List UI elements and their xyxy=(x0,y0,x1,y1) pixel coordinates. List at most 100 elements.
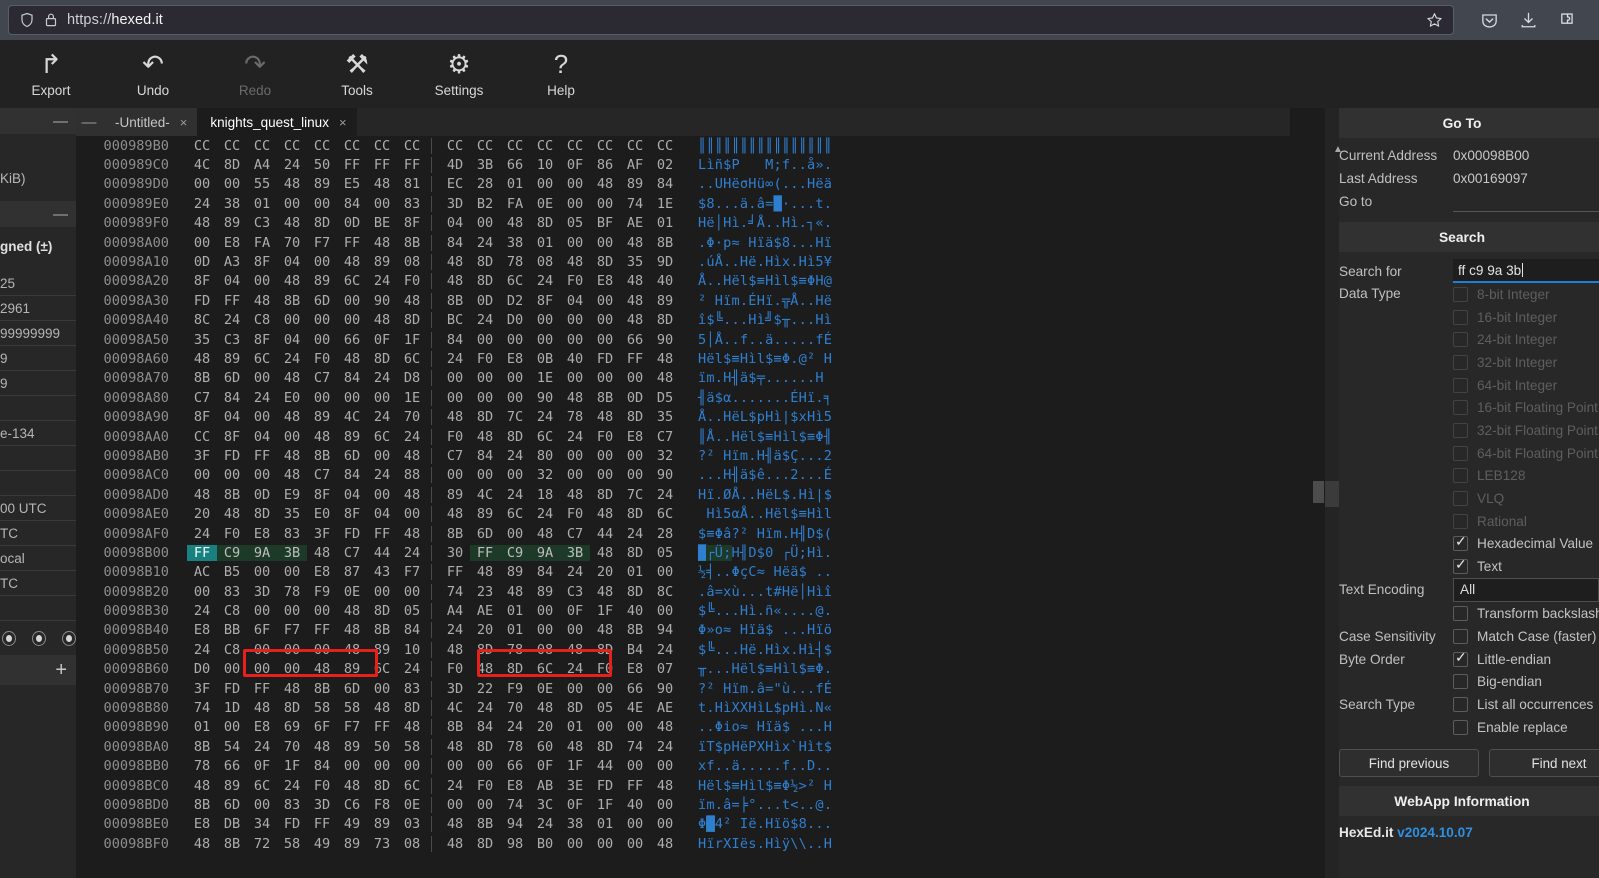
download-icon[interactable] xyxy=(1519,11,1538,30)
data-type-option[interactable]: LEB128 xyxy=(1453,465,1598,488)
hex-byte[interactable]: 24 xyxy=(500,719,530,735)
hex-byte[interactable]: 00 xyxy=(590,332,620,348)
hex-byte[interactable]: 24 xyxy=(560,564,590,580)
hex-ascii[interactable]: $╚...Hë.Hìx.Hì┤$ xyxy=(680,642,832,658)
hex-editor-view[interactable]: 000989B0 CC CC CC CC CC CC CC CC CC CC CC CC CC CC CC CC… xyxy=(76,136,1290,878)
hex-ascii[interactable]: ?² Hïm.â="ù...fÉ xyxy=(680,681,832,697)
hex-byte[interactable]: CC xyxy=(397,138,427,154)
hex-byte[interactable]: 8B xyxy=(590,390,620,406)
hex-byte[interactable]: 00 xyxy=(277,196,307,212)
hex-byte[interactable]: 24 xyxy=(187,526,217,542)
hex-byte[interactable]: 44 xyxy=(590,526,620,542)
hex-byte[interactable]: 00 xyxy=(247,603,277,619)
hex-byte[interactable]: 00 xyxy=(247,370,277,386)
hex-byte[interactable]: 00 xyxy=(440,370,470,386)
hex-byte[interactable]: 00 xyxy=(217,467,247,483)
hex-byte[interactable]: 48 xyxy=(337,351,367,367)
hex-byte[interactable]: 48 xyxy=(307,545,337,561)
hex-byte[interactable]: 89 xyxy=(217,778,247,794)
hex-ascii[interactable]: ║║║║║║║║║║║║║║║║ xyxy=(680,138,832,154)
hex-byte[interactable]: 66 xyxy=(620,332,650,348)
hex-byte[interactable]: 00 xyxy=(620,370,650,386)
hex-byte[interactable]: F0 xyxy=(590,429,620,445)
hex-byte[interactable]: 40 xyxy=(650,273,680,289)
hex-byte[interactable]: 48 xyxy=(277,273,307,289)
hex-byte[interactable]: 8B xyxy=(367,622,397,638)
hex-byte[interactable]: E8 xyxy=(500,778,530,794)
hex-byte[interactable]: 48 xyxy=(440,254,470,270)
hex-byte[interactable]: 6D xyxy=(217,797,247,813)
hex-byte[interactable]: E8 xyxy=(187,622,217,638)
hex-byte[interactable]: 83 xyxy=(397,196,427,212)
hex-byte[interactable]: E0 xyxy=(307,506,337,522)
match-case-checkbox[interactable] xyxy=(1453,628,1468,644)
hex-byte[interactable]: 8D xyxy=(470,739,500,755)
hex-byte[interactable]: 24 xyxy=(277,351,307,367)
data-type-option[interactable]: Text xyxy=(1453,555,1598,578)
hex-byte[interactable]: CC xyxy=(590,138,620,154)
data-type-option[interactable]: 64-bit Floating Point xyxy=(1453,442,1598,465)
hex-byte[interactable]: C3 xyxy=(560,584,590,600)
hex-byte[interactable]: CC xyxy=(650,138,680,154)
hex-byte[interactable]: 0E xyxy=(530,196,560,212)
hex-ascii[interactable]: .Φ·p≈ Hïä$8...Hï xyxy=(680,235,832,251)
hex-byte[interactable]: 00 xyxy=(337,312,367,328)
lock-icon[interactable] xyxy=(44,12,58,28)
hex-byte[interactable]: 48 xyxy=(440,739,470,755)
hex-byte[interactable]: AE xyxy=(620,215,650,231)
hex-byte[interactable]: 00 xyxy=(470,797,500,813)
hex-byte[interactable]: 1E xyxy=(650,196,680,212)
hex-byte[interactable]: 8D xyxy=(530,215,560,231)
hex-byte[interactable]: 49 xyxy=(337,816,367,832)
hex-byte[interactable]: 89 xyxy=(620,176,650,192)
hex-byte[interactable]: 8C xyxy=(650,584,680,600)
hex-byte[interactable]: 48 xyxy=(500,215,530,231)
hex-byte[interactable]: 04 xyxy=(560,293,590,309)
hex-byte[interactable]: FF xyxy=(440,564,470,580)
sidebar-scroll-thumb[interactable] xyxy=(1325,481,1339,507)
hex-byte[interactable]: 89 xyxy=(307,176,337,192)
inspector-radio-2[interactable] xyxy=(32,630,46,646)
hex-row[interactable]: 00098AB0 3F FD FF 48 8B 6D 00 48 C7 84 24 80 00 00 00 32… xyxy=(76,446,1290,465)
data-type-checkbox[interactable] xyxy=(1453,354,1468,370)
hex-byte[interactable]: 48 xyxy=(397,448,427,464)
hex-byte[interactable]: EC xyxy=(440,176,470,192)
hex-byte[interactable]: 70 xyxy=(277,235,307,251)
hex-byte[interactable]: 00 xyxy=(187,467,217,483)
hex-byte[interactable]: FF xyxy=(620,778,650,794)
hex-byte[interactable]: 0D xyxy=(337,215,367,231)
hex-byte[interactable]: 40 xyxy=(620,603,650,619)
bookmark-star-icon[interactable] xyxy=(1426,12,1443,29)
hex-byte[interactable]: 24 xyxy=(187,196,217,212)
hex-byte[interactable]: 08 xyxy=(397,254,427,270)
hex-byte[interactable]: 58 xyxy=(277,836,307,852)
hex-byte[interactable]: 83 xyxy=(277,797,307,813)
hex-byte[interactable]: 9A xyxy=(530,544,560,561)
hex-byte[interactable]: CC xyxy=(217,138,247,154)
hex-byte[interactable]: 81 xyxy=(397,176,427,192)
hex-byte[interactable]: F0 xyxy=(590,661,620,677)
hex-ascii[interactable]: $╚...Hì.ñ«....@. xyxy=(680,603,832,619)
hex-byte[interactable]: 8B xyxy=(187,797,217,813)
hex-row[interactable]: 00098B40 E8 BB 6F F7 FF 48 8B 84 24 20 01 00 00 48 8B 94… xyxy=(76,621,1290,640)
hex-byte[interactable]: 8B xyxy=(307,681,337,697)
hex-ascii[interactable]: ½╡..ΦçC≈ Hëä$ .. xyxy=(680,564,832,580)
hex-byte[interactable]: 22 xyxy=(470,681,500,697)
hex-byte[interactable]: 00 xyxy=(277,312,307,328)
hex-byte[interactable]: 00 xyxy=(277,564,307,580)
hex-byte[interactable]: 00 xyxy=(650,797,680,813)
hex-byte[interactable]: 01 xyxy=(500,603,530,619)
hex-ascii[interactable]: t.HìXXHìL$pHì.N« xyxy=(680,700,832,716)
hex-byte[interactable]: 24 xyxy=(187,642,217,658)
extensions-icon[interactable] xyxy=(1558,11,1577,30)
hex-byte[interactable]: 49 xyxy=(307,836,337,852)
hex-byte[interactable]: 48 xyxy=(367,700,397,716)
hex-byte[interactable]: D8 xyxy=(397,370,427,386)
hex-byte[interactable]: 6F xyxy=(307,719,337,735)
hex-byte[interactable]: 48 xyxy=(337,254,367,270)
hex-ascii[interactable]: Å..Hël$≡Hìl$≡ΦH@ xyxy=(680,273,832,289)
hex-byte[interactable]: 24 xyxy=(440,622,470,638)
hex-byte[interactable]: 8D xyxy=(500,429,530,445)
hex-byte[interactable]: 48 xyxy=(590,584,620,600)
text-encoding-select[interactable]: All xyxy=(1453,577,1599,602)
